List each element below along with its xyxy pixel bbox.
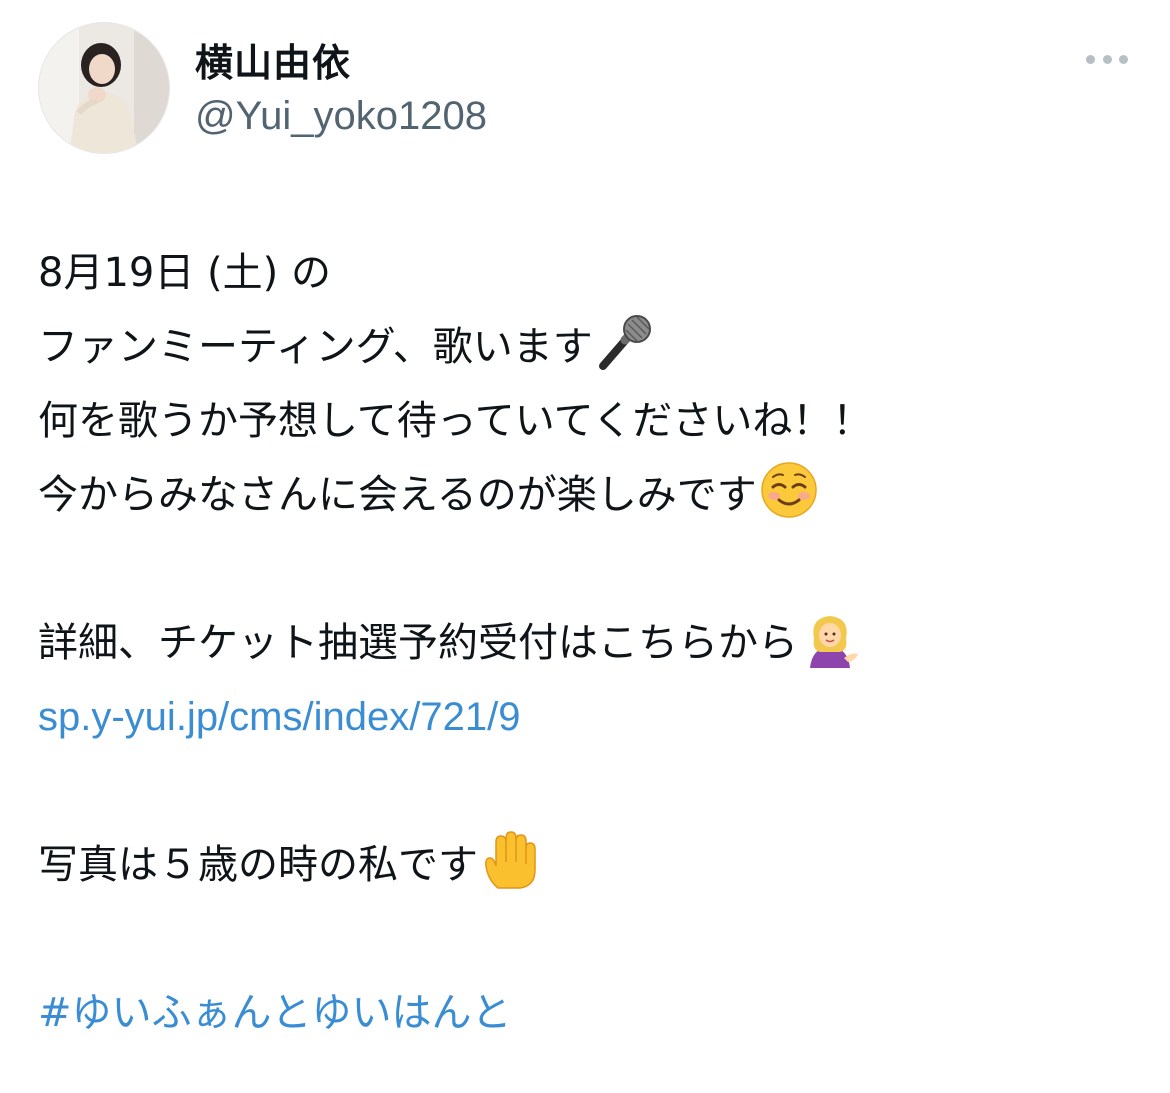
tweet-header: 横山由依 @Yui_yoko1208 (38, 22, 1138, 156)
tweet-line: sp.y-yui.jp/cms/index/721/9 (38, 680, 1138, 754)
menu-dot (1102, 54, 1112, 64)
microphone-emoji-icon (595, 312, 655, 372)
line-text: 何を歌うか予想して待っていてくださいね！！ (38, 398, 873, 444)
line-text: 今からみなさんに会えるのが楽しみです (38, 472, 757, 518)
more-horizontal-icon[interactable] (1086, 52, 1128, 66)
line-text: 写真は５歳の時の私です (38, 842, 478, 888)
tipping-hand-woman-emoji-icon (800, 608, 860, 668)
smiling-face-emoji-icon (759, 460, 819, 520)
tweet-line: 8月19日 (土) の (38, 236, 1138, 310)
line-text: 詳細、チケット抽選予約受付はこちらから (38, 620, 798, 666)
tweet-line: #ゆいふぁんとゆいはんと (38, 976, 1138, 1050)
author-info: 横山由依 @Yui_yoko1208 (195, 40, 487, 140)
profile-photo-icon (39, 23, 169, 153)
tweet-text: 8月19日 (土) の ファンミーティング、歌います 何を歌うか予想して待ってい… (38, 236, 1138, 1050)
menu-dot (1119, 54, 1128, 64)
tweet-line: 写真は５歳の時の私です (38, 828, 1138, 902)
hashtag-link[interactable]: #ゆいふぁんとゆいはんと (38, 990, 512, 1036)
avatar[interactable] (38, 22, 170, 154)
tweet-line: 今からみなさんに会えるのが楽しみです (38, 458, 1138, 532)
tweet-line: 詳細、チケット抽選予約受付はこちらから (38, 606, 1138, 680)
tweet-line: 何を歌うか予想して待っていてくださいね！！ (38, 384, 1138, 458)
tweet-link[interactable]: sp.y-yui.jp/cms/index/721/9 (38, 695, 520, 739)
user-handle[interactable]: @Yui_yoko1208 (195, 92, 487, 140)
tweet-line: ファンミーティング、歌います (38, 310, 1138, 384)
line-text: 8月19日 (土) の (38, 250, 331, 296)
display-name[interactable]: 横山由依 (195, 40, 487, 86)
line-text: ファンミーティング、歌います (38, 324, 593, 370)
menu-dot (1086, 54, 1095, 64)
raised-hand-emoji-icon (480, 830, 540, 890)
